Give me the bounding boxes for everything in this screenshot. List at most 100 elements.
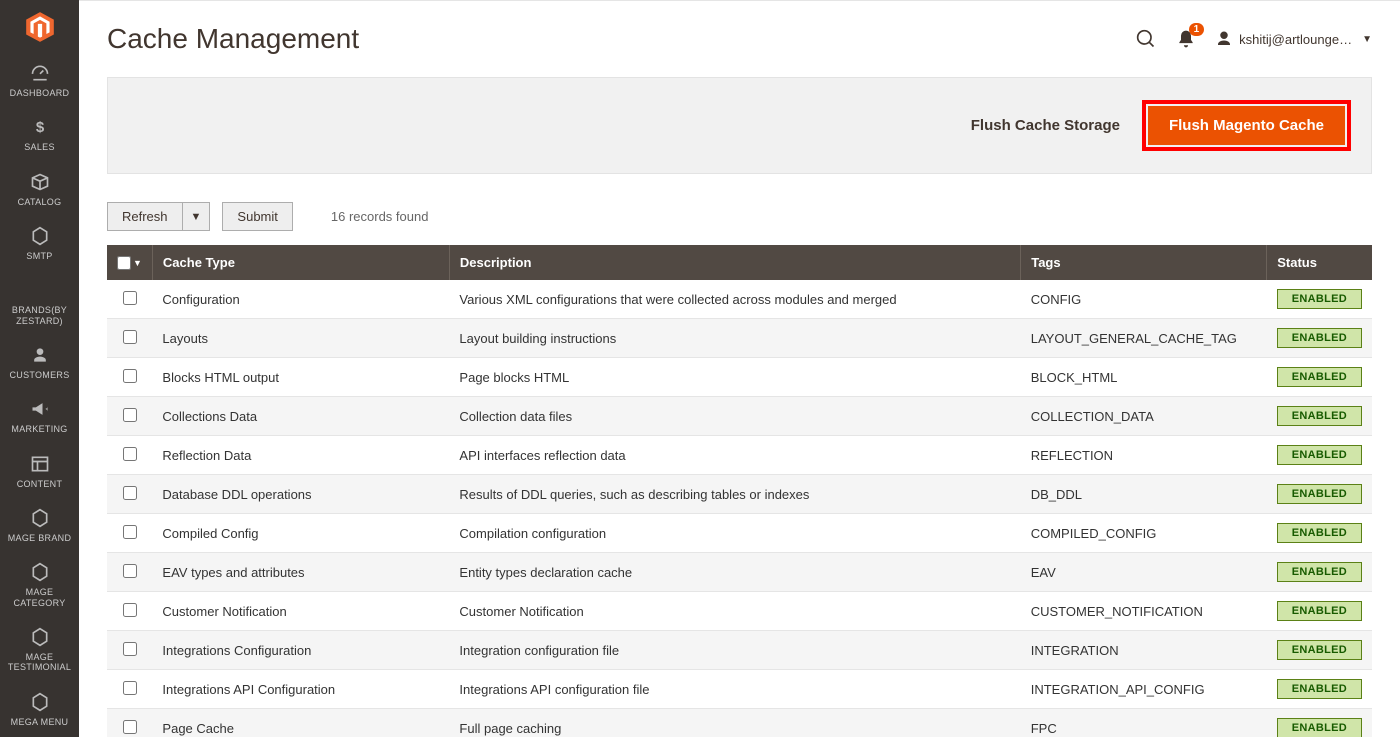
cell-status: ENABLED: [1267, 670, 1372, 709]
sidebar-item-1[interactable]: $SALES: [0, 108, 79, 162]
row-checkbox[interactable]: [123, 681, 137, 695]
cell-status: ENABLED: [1267, 280, 1372, 319]
row-checkbox[interactable]: [123, 525, 137, 539]
row-checkbox[interactable]: [123, 408, 137, 422]
flush-magento-highlight: Flush Magento Cache: [1142, 100, 1351, 151]
sidebar-item-6[interactable]: MARKETING: [0, 390, 79, 444]
cell-tags: REFLECTION: [1021, 436, 1267, 475]
cell-description: Layout building instructions: [449, 319, 1020, 358]
records-found-label: 16 records found: [331, 209, 429, 224]
cell-status: ENABLED: [1267, 592, 1372, 631]
cell-cache-type: EAV types and attributes: [152, 553, 449, 592]
table-row[interactable]: Integrations ConfigurationIntegration co…: [107, 631, 1372, 670]
cell-status: ENABLED: [1267, 436, 1372, 475]
cell-description: Integration configuration file: [449, 631, 1020, 670]
col-header-cache-type[interactable]: Cache Type: [152, 245, 449, 280]
sidebar-item-label: MAGE BRAND: [8, 533, 72, 543]
sidebar-item-2[interactable]: CATALOG: [0, 163, 79, 217]
table-row[interactable]: Blocks HTML outputPage blocks HTMLBLOCK_…: [107, 358, 1372, 397]
sidebar-item-8[interactable]: MAGE BRAND: [0, 499, 79, 553]
row-checkbox[interactable]: [123, 369, 137, 383]
select-all-checkbox[interactable]: [117, 256, 131, 270]
search-icon: [1136, 29, 1156, 49]
cache-action-bar: Flush Cache Storage Flush Magento Cache: [107, 77, 1372, 174]
cell-description: Collection data files: [449, 397, 1020, 436]
cell-checkbox: [107, 514, 152, 553]
table-row[interactable]: EAV types and attributesEntity types dec…: [107, 553, 1372, 592]
refresh-button[interactable]: Refresh: [107, 202, 182, 231]
table-row[interactable]: LayoutsLayout building instructionsLAYOU…: [107, 319, 1372, 358]
cell-cache-type: Database DDL operations: [152, 475, 449, 514]
account-menu[interactable]: kshitij@artlounge… ▼: [1215, 30, 1372, 48]
hex-icon: [29, 691, 51, 713]
cell-description: Page blocks HTML: [449, 358, 1020, 397]
hex-icon: [29, 225, 51, 247]
submit-button[interactable]: Submit: [222, 202, 292, 231]
table-row[interactable]: Compiled ConfigCompilation configuration…: [107, 514, 1372, 553]
sidebar-item-9[interactable]: MAGE CATEGORY: [0, 553, 79, 618]
flush-cache-storage-button[interactable]: Flush Cache Storage: [971, 117, 1120, 134]
row-checkbox[interactable]: [123, 330, 137, 344]
sidebar-item-10[interactable]: MAGE TESTIMONIAL: [0, 618, 79, 683]
cell-description: Entity types declaration cache: [449, 553, 1020, 592]
table-row[interactable]: Collections DataCollection data filesCOL…: [107, 397, 1372, 436]
flush-magento-cache-button[interactable]: Flush Magento Cache: [1148, 106, 1345, 145]
col-header-description[interactable]: Description: [449, 245, 1020, 280]
header-actions: 1 kshitij@artlounge… ▼: [1135, 28, 1372, 50]
sidebar-item-0[interactable]: DASHBOARD: [0, 54, 79, 108]
sidebar-item-11[interactable]: MEGA MENU: [0, 683, 79, 737]
table-row[interactable]: Reflection DataAPI interfaces reflection…: [107, 436, 1372, 475]
magento-logo[interactable]: [0, 0, 79, 54]
row-checkbox[interactable]: [123, 564, 137, 578]
cell-tags: BLOCK_HTML: [1021, 358, 1267, 397]
sidebar-item-label: SMTP: [26, 251, 52, 261]
sidebar-item-label: CATALOG: [18, 197, 62, 207]
status-badge: ENABLED: [1277, 562, 1362, 582]
row-checkbox[interactable]: [123, 486, 137, 500]
cell-cache-type: Compiled Config: [152, 514, 449, 553]
refresh-dropdown-toggle[interactable]: ▼: [182, 202, 211, 231]
table-row[interactable]: Database DDL operationsResults of DDL qu…: [107, 475, 1372, 514]
col-header-status[interactable]: Status: [1267, 245, 1372, 280]
search-button[interactable]: [1135, 28, 1157, 50]
sidebar-item-label: MAGE CATEGORY: [2, 587, 77, 608]
table-row[interactable]: Integrations API ConfigurationIntegratio…: [107, 670, 1372, 709]
cell-cache-type: Reflection Data: [152, 436, 449, 475]
person-icon: [29, 344, 51, 366]
row-checkbox[interactable]: [123, 720, 137, 734]
cell-status: ENABLED: [1267, 514, 1372, 553]
table-row[interactable]: Page CacheFull page cachingFPCENABLED: [107, 709, 1372, 737]
notifications-button[interactable]: 1: [1175, 28, 1197, 50]
table-row[interactable]: Customer NotificationCustomer Notificati…: [107, 592, 1372, 631]
select-all-dropdown[interactable]: ▼: [133, 258, 142, 268]
col-header-tags[interactable]: Tags: [1021, 245, 1267, 280]
cell-tags: COMPILED_CONFIG: [1021, 514, 1267, 553]
cell-description: Integrations API configuration file: [449, 670, 1020, 709]
cell-description: Compilation configuration: [449, 514, 1020, 553]
megaphone-icon: [29, 398, 51, 420]
sidebar-item-label: CONTENT: [17, 479, 63, 489]
row-checkbox[interactable]: [123, 447, 137, 461]
sidebar-item-5[interactable]: CUSTOMERS: [0, 336, 79, 390]
cell-tags: CONFIG: [1021, 280, 1267, 319]
sidebar-item-7[interactable]: CONTENT: [0, 445, 79, 499]
cell-status: ENABLED: [1267, 709, 1372, 737]
cell-cache-type: Integrations API Configuration: [152, 670, 449, 709]
cache-grid: ▼ Cache Type Description Tags Status Con…: [107, 245, 1372, 737]
row-checkbox[interactable]: [123, 642, 137, 656]
sidebar-item-4[interactable]: BRANDS(BY ZESTARD): [0, 271, 79, 336]
cell-description: Customer Notification: [449, 592, 1020, 631]
cell-cache-type: Page Cache: [152, 709, 449, 737]
dashboard-icon: [29, 62, 51, 84]
sidebar-item-3[interactable]: SMTP: [0, 217, 79, 271]
cell-checkbox: [107, 319, 152, 358]
table-row[interactable]: ConfigurationVarious XML configurations …: [107, 280, 1372, 319]
status-badge: ENABLED: [1277, 406, 1362, 426]
status-badge: ENABLED: [1277, 523, 1362, 543]
hex-icon: [29, 626, 51, 648]
row-checkbox[interactable]: [123, 291, 137, 305]
cell-status: ENABLED: [1267, 358, 1372, 397]
sidebar-item-label: SALES: [24, 142, 55, 152]
row-checkbox[interactable]: [123, 603, 137, 617]
main-content: Cache Management 1 kshitij@artlounge… ▼ …: [79, 0, 1400, 737]
